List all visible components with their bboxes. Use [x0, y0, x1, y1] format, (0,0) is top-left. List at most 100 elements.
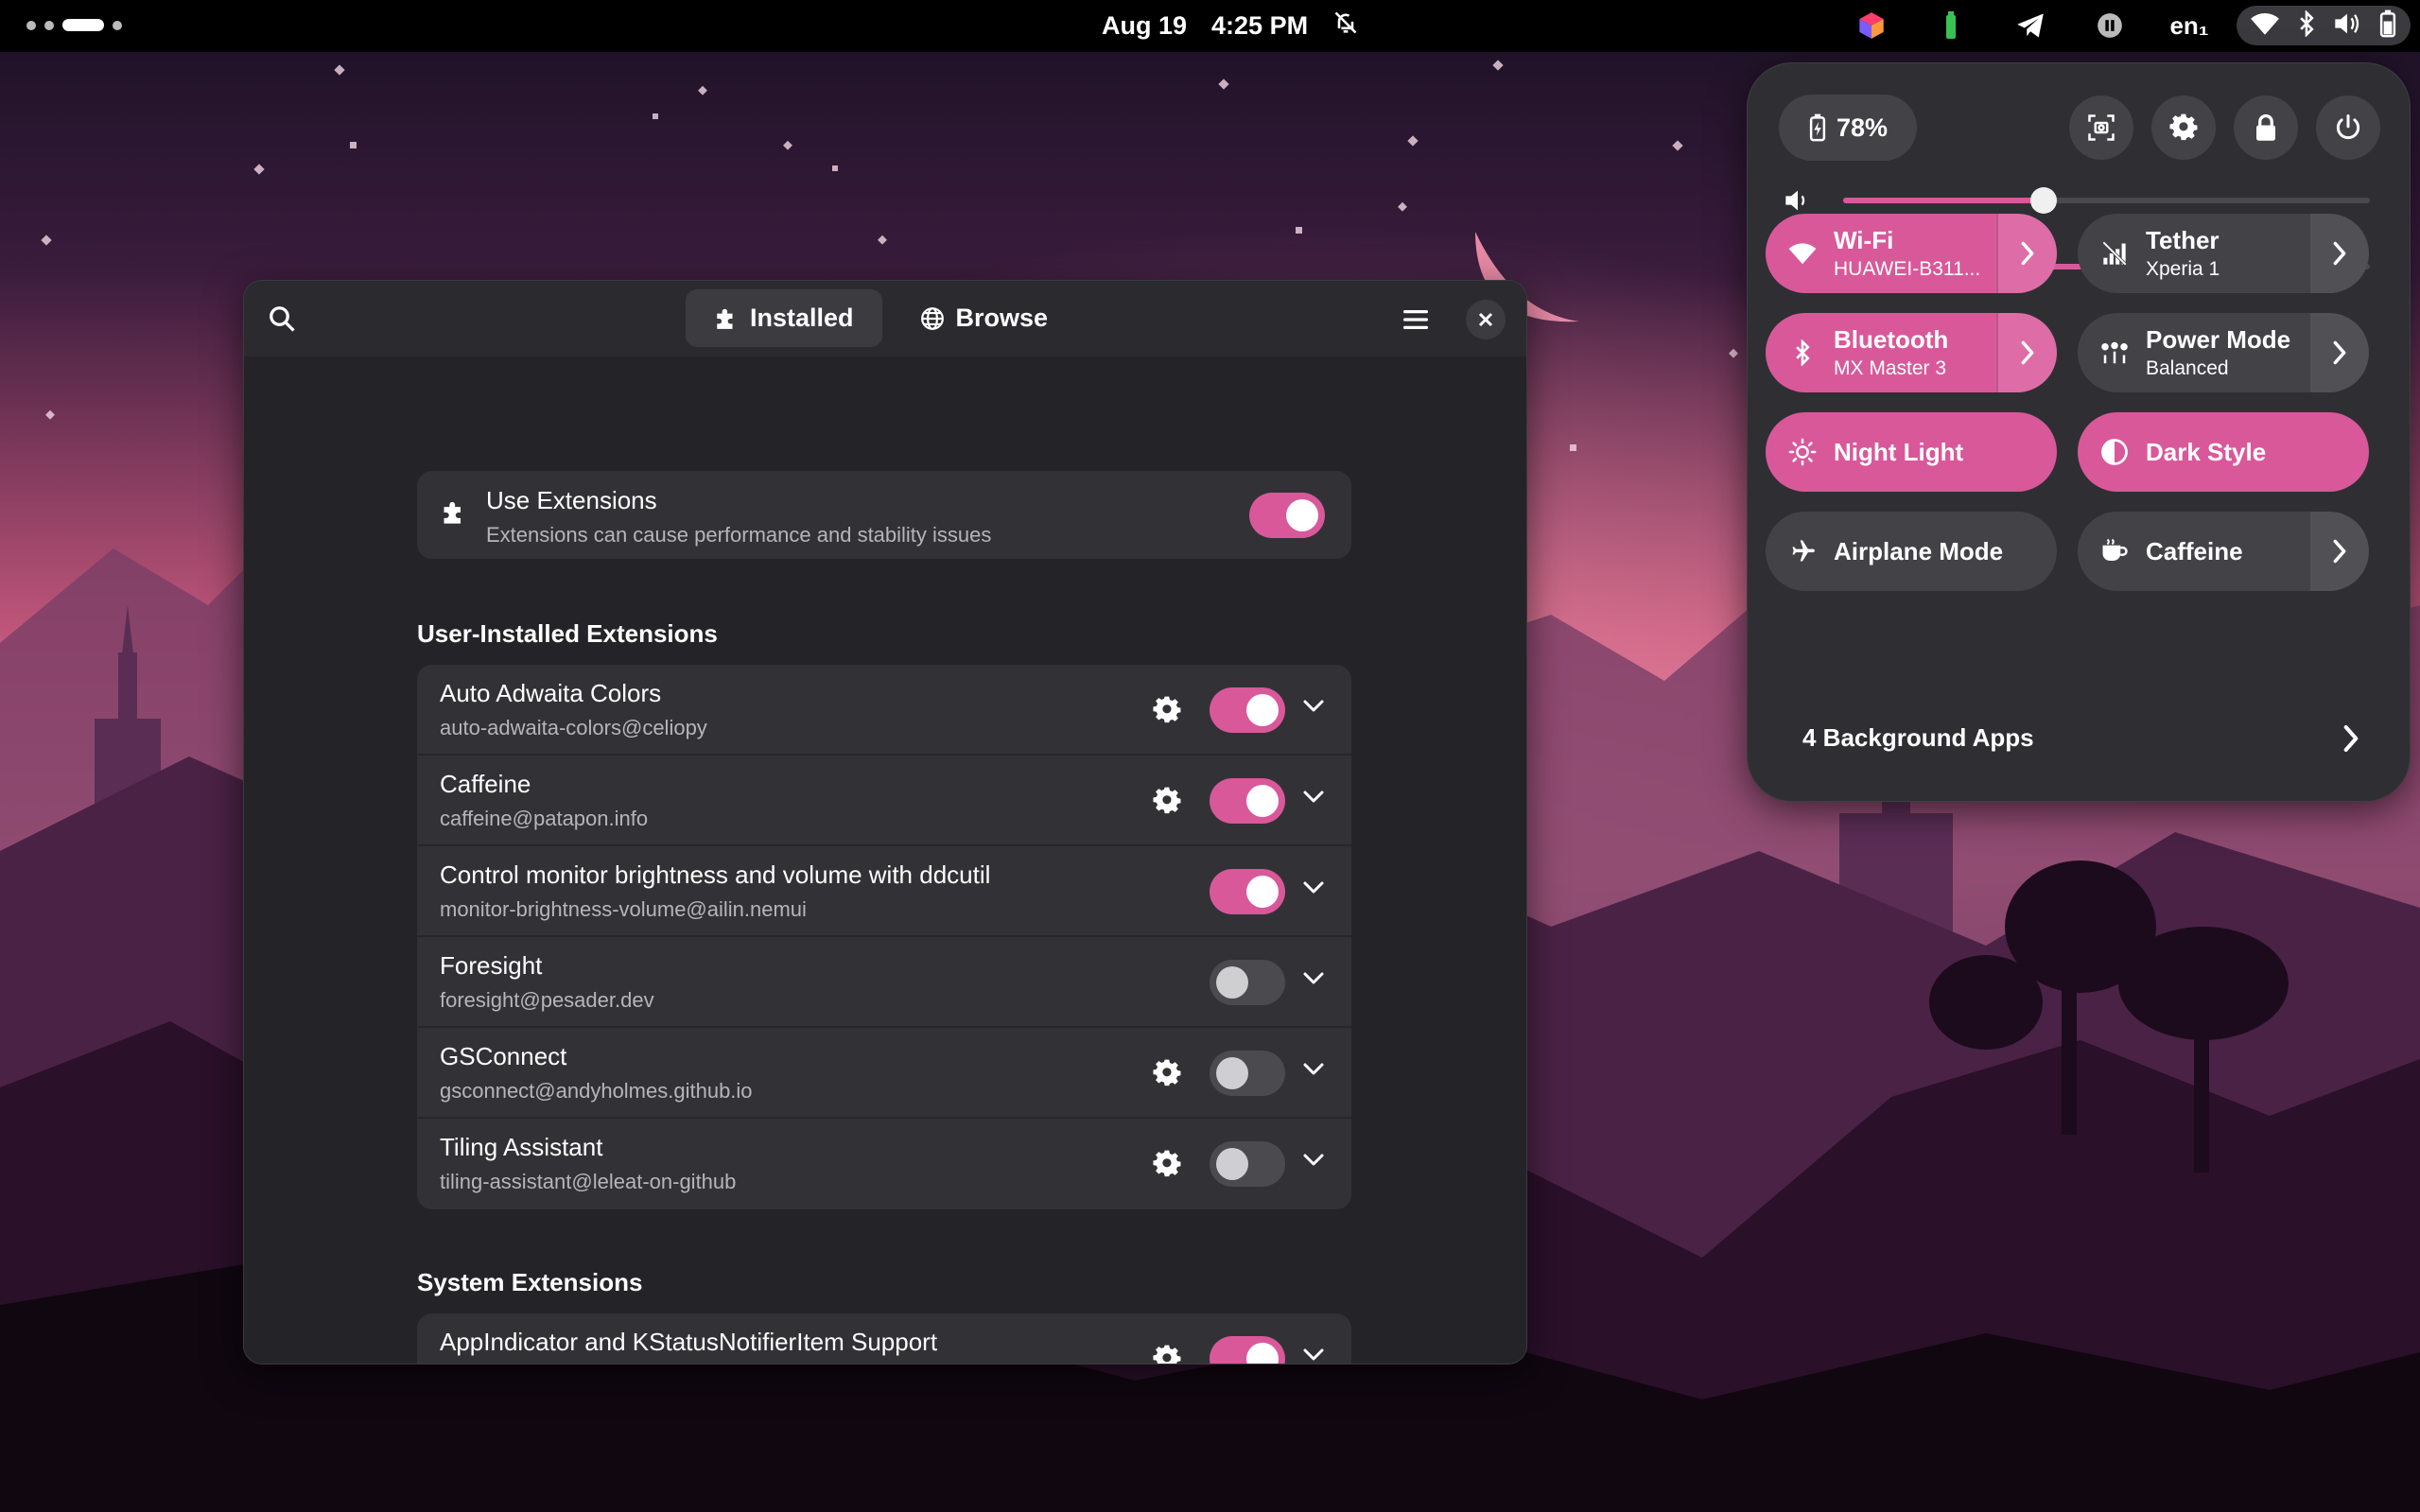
chevron-right-icon[interactable] [1996, 313, 2057, 392]
extension-id: auto-adwaita-colors@celiopy [440, 716, 707, 739]
volume-icon [1785, 190, 1805, 211]
quick-toggle-caffeine[interactable]: Caffeine [2078, 512, 2369, 591]
screenshot-button[interactable] [2069, 96, 2133, 160]
extension-name: GSConnect [440, 1042, 567, 1070]
quick-toggle-bluetooth[interactable]: Bluetooth MX Master 3 [1766, 313, 2057, 392]
tab-browse[interactable]: Browse [892, 289, 1077, 347]
hamburger-menu-icon [1403, 310, 1428, 329]
power-button[interactable] [2316, 96, 2380, 160]
settings-gear-icon[interactable] [1153, 787, 1181, 815]
night-light-icon [1786, 438, 1819, 466]
chevron-right-icon[interactable] [2308, 512, 2369, 591]
settings-gear-icon[interactable] [1153, 1059, 1181, 1087]
wifi-icon [1786, 241, 1819, 266]
battery-percentage: 78% [1836, 113, 1889, 142]
telegram-icon[interactable] [1991, 6, 2070, 45]
extension-toggle[interactable] [1210, 1051, 1285, 1096]
chevron-down-icon[interactable] [1302, 1062, 1325, 1082]
extension-name: Foresight [440, 951, 543, 980]
colorful-cube-icon[interactable] [1832, 6, 1911, 45]
extension-name: Auto Adwaita Colors [440, 679, 662, 707]
tile-subtitle: MX Master 3 [1834, 357, 1947, 379]
use-extensions-subtitle: Extensions can cause performance and sta… [486, 523, 992, 547]
screenshot-icon [2088, 114, 2115, 141]
quick-toggle-dark-style[interactable]: Dark Style [2078, 412, 2369, 492]
chevron-right-icon[interactable] [2308, 313, 2369, 392]
puzzle-icon [444, 501, 461, 524]
bluetooth-icon [1786, 339, 1819, 366]
chevron-right-icon[interactable] [2342, 723, 2360, 754]
background-apps-label[interactable]: 4 Background Apps [1802, 723, 2034, 753]
lock-button[interactable] [2234, 96, 2298, 160]
quick-toggle-wi-fi[interactable]: Wi-Fi HUAWEI-B311... [1766, 214, 2057, 293]
extension-toggle[interactable] [1210, 1336, 1285, 1364]
lock-icon [2256, 113, 2275, 141]
coffee-cup-icon [2098, 538, 2131, 565]
extension-toggle[interactable] [1210, 778, 1285, 824]
tile-subtitle: HUAWEI-B311... [1834, 258, 1981, 280]
tile-label: Bluetooth [1834, 325, 1949, 354]
power-mode-icon [2098, 339, 2131, 367]
notifications-off-icon [1332, 9, 1359, 43]
extension-id: monitor-brightness-volume@ailin.nemui [440, 897, 807, 921]
chevron-down-icon[interactable] [1302, 1347, 1325, 1364]
extension-toggle[interactable] [1210, 687, 1285, 733]
extension-row[interactable]: GSConnect gsconnect@andyholmes.github.io [417, 1028, 1351, 1119]
extension-id: gsconnect@andyholmes.github.io [440, 1079, 753, 1103]
keyboard-layout-indicator[interactable]: en₁ [2150, 6, 2229, 45]
search-button[interactable] [263, 300, 301, 338]
extension-id: caffeine@patapon.info [440, 807, 649, 830]
use-extensions-toggle[interactable] [1249, 493, 1325, 538]
view-switcher: Installed Browse [686, 289, 1076, 347]
tab-browse-label: Browse [955, 304, 1049, 332]
system-extensions-heading: System Extensions [417, 1268, 643, 1296]
extension-row[interactable]: AppIndicator and KStatusNotifierItem Sup… [417, 1313, 1351, 1364]
system-status-menu[interactable] [2237, 6, 2411, 45]
tether-signal-icon [2098, 240, 2131, 267]
extension-name: Caffeine [440, 770, 531, 798]
clock[interactable]: Aug 19 4:25 PM [1102, 9, 1359, 42]
chevron-down-icon[interactable] [1302, 880, 1325, 900]
airplane-icon [1786, 538, 1819, 565]
settings-button[interactable] [2151, 96, 2216, 160]
extension-row[interactable]: Control monitor brightness and volume wi… [417, 846, 1351, 937]
wifi-icon [2250, 11, 2280, 41]
extension-row[interactable]: Foresight foresight@pesader.dev [417, 937, 1351, 1028]
tile-label: Power Mode [2146, 325, 2291, 354]
quick-toggle-night-light[interactable]: Night Light [1766, 412, 2057, 492]
settings-gear-icon[interactable] [1153, 1345, 1181, 1364]
quick-toggle-tether[interactable]: Tether Xperia 1 [2078, 214, 2369, 293]
chevron-down-icon[interactable] [1302, 790, 1325, 809]
use-extensions-title: Use Extensions [486, 486, 657, 514]
settings-gear-icon[interactable] [1153, 696, 1181, 724]
extension-toggle[interactable] [1210, 869, 1285, 914]
system-tray: en₁ [1832, 6, 2411, 45]
chevron-down-icon[interactable] [1302, 1153, 1325, 1173]
battery-green-icon[interactable] [1911, 6, 1991, 45]
tile-subtitle: Balanced [2146, 357, 2229, 379]
pause-icon[interactable] [2070, 6, 2150, 45]
close-button[interactable] [1466, 300, 1506, 339]
battery-status-button[interactable]: 78% [1779, 95, 1917, 161]
settings-gear-icon[interactable] [1153, 1150, 1181, 1178]
extensions-list-view[interactable]: Use Extensions Extensions can cause perf… [244, 356, 1526, 1364]
volume-handle[interactable] [2029, 187, 2057, 214]
settings-icon [2169, 113, 2198, 141]
extension-row[interactable]: Tiling Assistant tiling-assistant@leleat-… [417, 1119, 1351, 1209]
extension-row[interactable]: Caffeine caffeine@patapon.info [417, 756, 1351, 846]
quick-toggle-power-mode[interactable]: Power Mode Balanced [2078, 313, 2369, 392]
quick-toggle-airplane-mode[interactable]: Airplane Mode [1766, 512, 2057, 591]
tile-label: Caffeine [2146, 536, 2243, 565]
extension-toggle[interactable] [1210, 1141, 1285, 1187]
volume-track[interactable] [1843, 187, 2370, 214]
extension-name: Tiling Assistant [440, 1133, 603, 1161]
chevron-down-icon[interactable] [1302, 971, 1325, 991]
top-bar: Aug 19 4:25 PM en₁ [0, 0, 2420, 52]
extension-row[interactable]: Auto Adwaita Colors auto-adwaita-colors@c… [417, 665, 1351, 756]
quick-settings-panel: 78% Wi-Fi HUAWEI-B311... Tether Xperia 1 Blu… [1747, 62, 2411, 802]
tab-installed[interactable]: Installed [686, 289, 882, 347]
workspace-indicator[interactable] [26, 19, 122, 31]
extension-toggle[interactable] [1210, 960, 1285, 1005]
main-menu-button[interactable] [1394, 298, 1437, 341]
chevron-down-icon[interactable] [1302, 699, 1325, 719]
